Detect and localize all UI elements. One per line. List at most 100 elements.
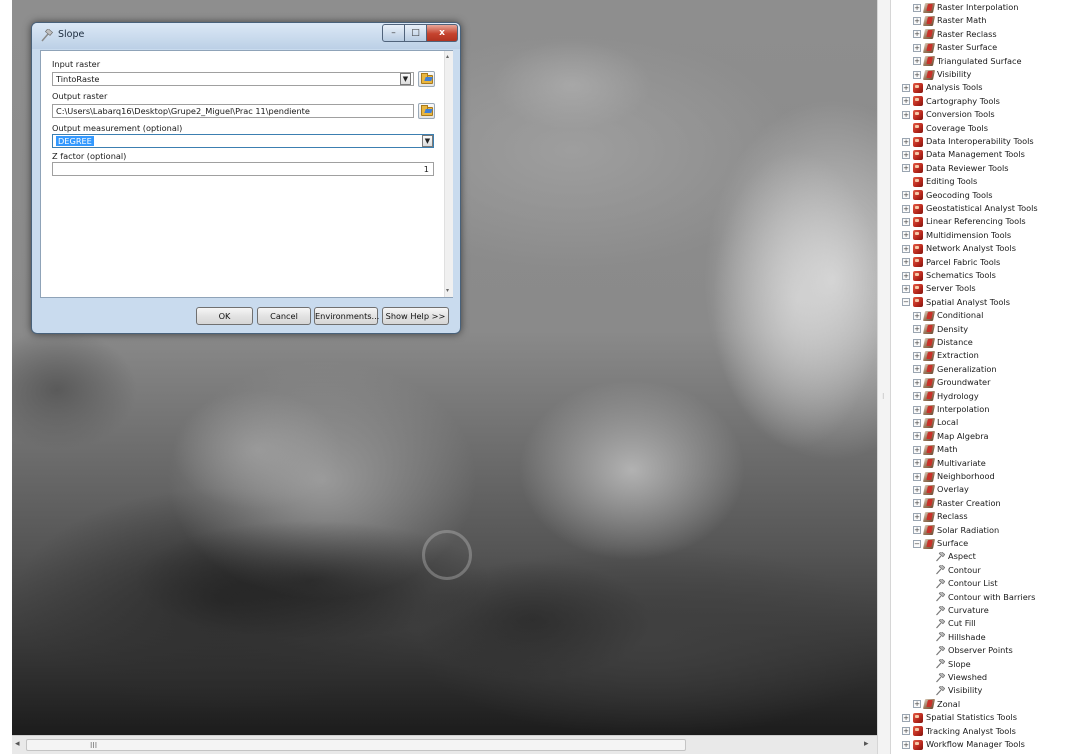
- output-raster-field[interactable]: C:\Users\Labarq16\Desktop\Grupe2_Miguel\…: [52, 104, 414, 118]
- tree-item-data-reviewer-tools[interactable]: + Data Reviewer Tools: [902, 162, 1009, 175]
- expand-icon[interactable]: +: [913, 57, 921, 66]
- browse-input-raster-button[interactable]: [418, 71, 435, 87]
- tree-item-reclass[interactable]: + Reclass: [913, 510, 968, 523]
- expand-icon[interactable]: +: [913, 351, 921, 360]
- expand-icon[interactable]: +: [913, 418, 921, 427]
- scrollbar-thumb[interactable]: [26, 739, 686, 751]
- expand-icon[interactable]: +: [902, 204, 910, 213]
- expand-icon[interactable]: +: [902, 150, 910, 159]
- tree-item-raster-creation[interactable]: + Raster Creation: [913, 497, 1001, 510]
- expand-icon[interactable]: +: [913, 30, 921, 39]
- tree-item-analysis-tools[interactable]: + Analysis Tools: [902, 81, 983, 94]
- expand-icon[interactable]: +: [902, 164, 910, 173]
- dialog-titlebar[interactable]: Slope – □ x: [32, 23, 460, 49]
- z-factor-field[interactable]: 1: [52, 162, 434, 176]
- expand-icon[interactable]: +: [913, 512, 921, 521]
- parameters-scrollbar[interactable]: ▴ ▾: [444, 51, 453, 297]
- tree-item-raster-interpolation[interactable]: + Raster Interpolation: [913, 1, 1018, 14]
- tree-item-surface[interactable]: − Surface: [913, 537, 968, 550]
- expand-icon[interactable]: +: [913, 485, 921, 494]
- expand-icon[interactable]: +: [913, 16, 921, 25]
- scroll-up-icon[interactable]: ▴: [446, 53, 449, 60]
- tree-item-workflow-manager-tools[interactable]: + Workflow Manager Tools: [902, 738, 1025, 751]
- collapse-icon[interactable]: −: [913, 539, 921, 548]
- tree-item-conversion-tools[interactable]: + Conversion Tools: [902, 108, 995, 121]
- tree-item-linear-referencing-tools[interactable]: + Linear Referencing Tools: [902, 215, 1026, 228]
- maximize-button[interactable]: □: [404, 24, 427, 42]
- tree-item-data-management-tools[interactable]: + Data Management Tools: [902, 148, 1025, 161]
- tree-item-geostatistical-analyst-tools[interactable]: + Geostatistical Analyst Tools: [902, 202, 1038, 215]
- scroll-down-icon[interactable]: ▾: [446, 287, 449, 294]
- close-button[interactable]: x: [426, 24, 458, 42]
- tree-item-visibility[interactable]: Visibility: [935, 684, 982, 697]
- tree-item-observer-points[interactable]: Observer Points: [935, 644, 1013, 657]
- expand-icon[interactable]: +: [913, 43, 921, 52]
- expand-icon[interactable]: +: [913, 365, 921, 374]
- expand-icon[interactable]: +: [913, 499, 921, 508]
- show-help-button[interactable]: Show Help >>: [382, 307, 449, 325]
- cancel-button[interactable]: Cancel: [257, 307, 311, 325]
- tree-item-generalization[interactable]: + Generalization: [913, 363, 997, 376]
- expand-icon[interactable]: +: [902, 284, 910, 293]
- environments-button[interactable]: Environments...: [314, 307, 379, 325]
- expand-icon[interactable]: +: [913, 700, 921, 709]
- collapse-icon[interactable]: −: [902, 298, 910, 307]
- tree-item-math[interactable]: + Math: [913, 443, 957, 456]
- panel-splitter[interactable]: ⁝: [877, 0, 891, 754]
- tree-item-extraction[interactable]: + Extraction: [913, 349, 979, 362]
- tree-item-contour-with-barriers[interactable]: Contour with Barriers: [935, 591, 1035, 604]
- tree-item-hydrology[interactable]: + Hydrology: [913, 390, 979, 403]
- tree-item-map-algebra[interactable]: + Map Algebra: [913, 430, 989, 443]
- expand-icon[interactable]: +: [913, 378, 921, 387]
- expand-icon[interactable]: +: [913, 392, 921, 401]
- expand-icon[interactable]: +: [902, 271, 910, 280]
- chevron-down-icon[interactable]: ▼: [400, 73, 411, 85]
- tree-item-geocoding-tools[interactable]: + Geocoding Tools: [902, 189, 993, 202]
- expand-icon[interactable]: +: [902, 137, 910, 146]
- tree-item-editing-tools[interactable]: Editing Tools: [902, 175, 977, 188]
- expand-icon[interactable]: +: [902, 110, 910, 119]
- tree-item-aspect[interactable]: Aspect: [935, 550, 976, 563]
- tree-item-distance[interactable]: + Distance: [913, 336, 973, 349]
- tree-item-spatial-analyst-tools[interactable]: − Spatial Analyst Tools: [902, 296, 1010, 309]
- tree-item-parcel-fabric-tools[interactable]: + Parcel Fabric Tools: [902, 256, 1000, 269]
- output-measurement-dropdown[interactable]: DEGREE: [52, 134, 434, 148]
- expand-icon[interactable]: +: [913, 3, 921, 12]
- tree-item-neighborhood[interactable]: + Neighborhood: [913, 470, 995, 483]
- tree-item-overlay[interactable]: + Overlay: [913, 483, 969, 496]
- tree-item-network-analyst-tools[interactable]: + Network Analyst Tools: [902, 242, 1016, 255]
- expand-icon[interactable]: +: [902, 97, 910, 106]
- tree-item-contour-list[interactable]: Contour List: [935, 577, 998, 590]
- tree-item-cut-fill[interactable]: Cut Fill: [935, 617, 976, 630]
- expand-icon[interactable]: +: [913, 445, 921, 454]
- map-horizontal-scrollbar[interactable]: ◂ III ▸: [12, 735, 877, 754]
- tree-item-interpolation[interactable]: + Interpolation: [913, 403, 989, 416]
- expand-icon[interactable]: +: [913, 311, 921, 320]
- chevron-down-icon[interactable]: ▼: [422, 135, 433, 147]
- tree-item-curvature[interactable]: Curvature: [935, 604, 989, 617]
- expand-icon[interactable]: +: [913, 472, 921, 481]
- expand-icon[interactable]: +: [913, 459, 921, 468]
- scroll-left-icon[interactable]: ◂: [15, 739, 20, 749]
- tree-item-local[interactable]: + Local: [913, 416, 958, 429]
- tree-item-server-tools[interactable]: + Server Tools: [902, 282, 976, 295]
- expand-icon[interactable]: +: [902, 231, 910, 240]
- expand-icon[interactable]: +: [913, 405, 921, 414]
- tree-item-schematics-tools[interactable]: + Schematics Tools: [902, 269, 996, 282]
- expand-icon[interactable]: +: [913, 338, 921, 347]
- tree-item-hillshade[interactable]: Hillshade: [935, 631, 986, 644]
- expand-icon[interactable]: +: [913, 325, 921, 334]
- tree-item-contour[interactable]: Contour: [935, 564, 981, 577]
- arctoolbox-tree[interactable]: + Raster Interpolation + Raster Math + Raster…: [892, 0, 1067, 754]
- tree-item-raster-math[interactable]: + Raster Math: [913, 14, 987, 27]
- tree-item-cartography-tools[interactable]: + Cartography Tools: [902, 95, 1000, 108]
- expand-icon[interactable]: +: [913, 432, 921, 441]
- tree-item-viewshed[interactable]: Viewshed: [935, 671, 987, 684]
- tree-item-groundwater[interactable]: + Groundwater: [913, 376, 990, 389]
- tree-item-coverage-tools[interactable]: Coverage Tools: [902, 122, 988, 135]
- expand-icon[interactable]: +: [902, 244, 910, 253]
- tree-item-slope[interactable]: Slope: [935, 658, 971, 671]
- ok-button[interactable]: OK: [196, 307, 253, 325]
- expand-icon[interactable]: +: [913, 70, 921, 79]
- expand-icon[interactable]: +: [902, 217, 910, 226]
